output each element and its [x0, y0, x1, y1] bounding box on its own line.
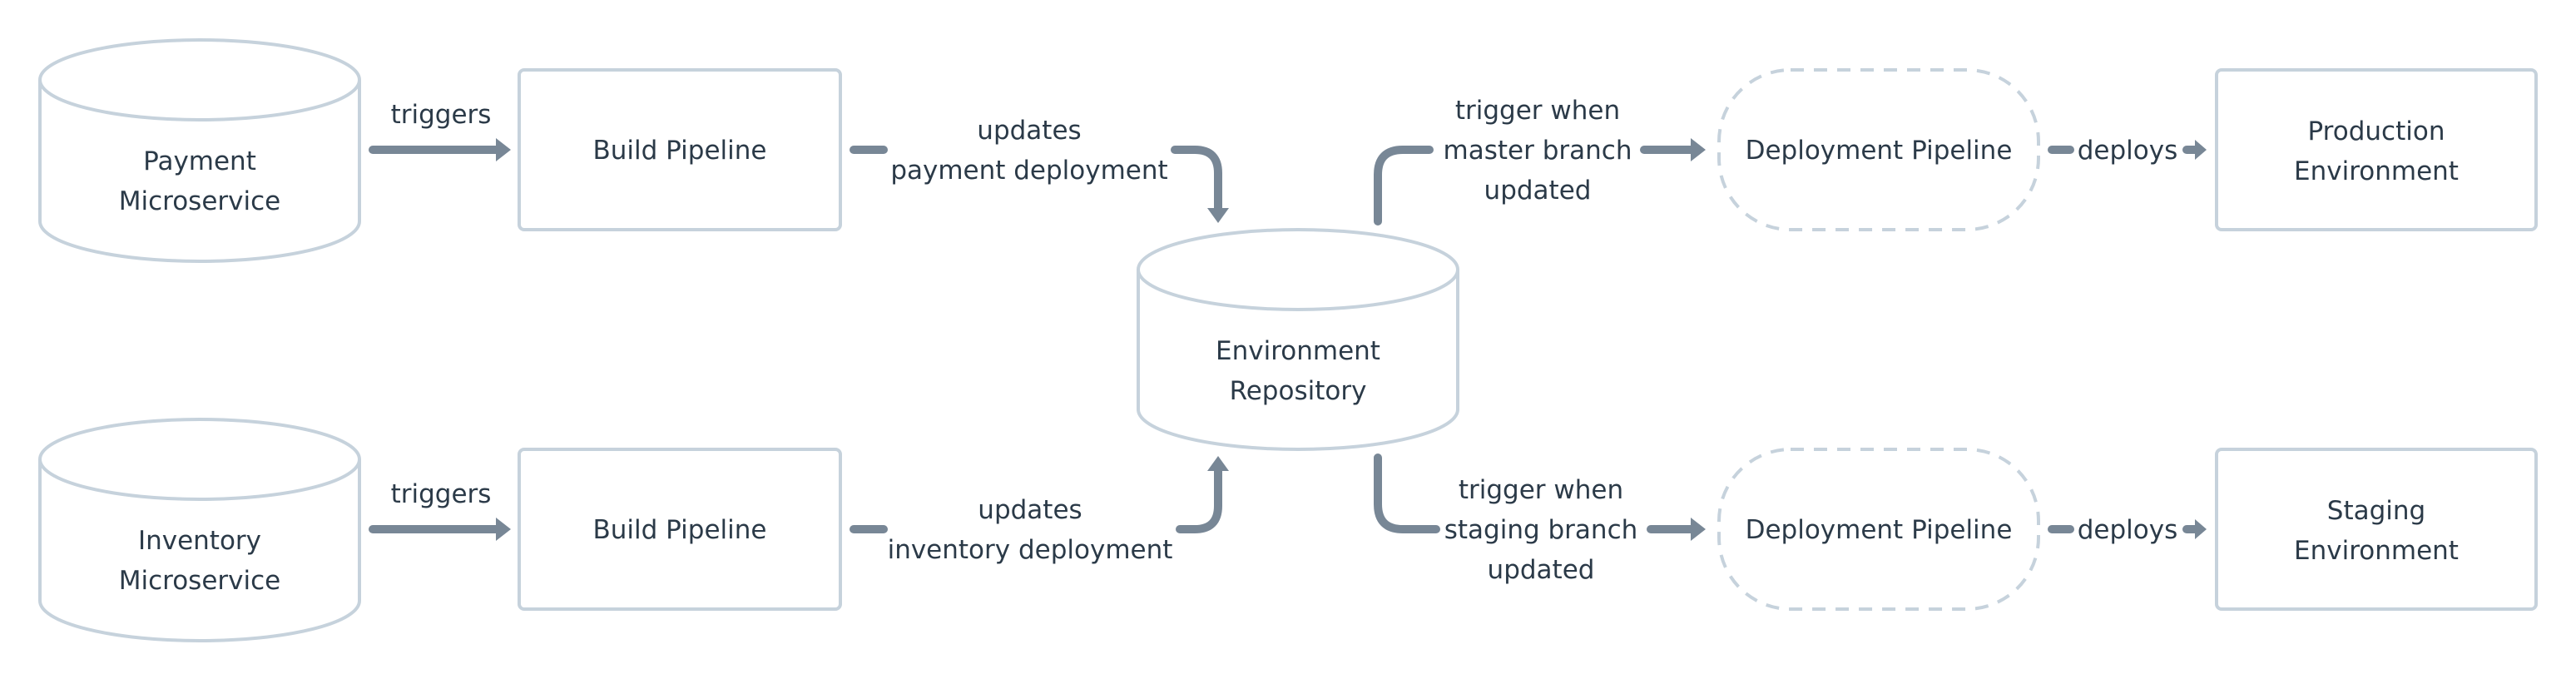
node-deployment-pipeline-staging[interactable]: Deployment Pipeline — [1717, 448, 2040, 611]
node-label: Environment — [2294, 156, 2459, 186]
edge-repo-triggers-deploy-staging: trigger when staging branch updated — [1374, 453, 1706, 585]
edge-label: inventory deployment — [888, 535, 1173, 565]
pipeline-diagram: Payment Microservice triggers Build Pipe… — [38, 38, 2538, 642]
node-label: Inventory — [138, 526, 261, 556]
edge-line — [1374, 453, 1440, 533]
node-box — [2215, 68, 2538, 231]
edge-label: master branch — [1444, 136, 1632, 166]
node-payment-microservice[interactable]: Payment Microservice — [38, 38, 361, 263]
edge-payment-triggers-build: triggers — [369, 100, 511, 161]
node-label: Deployment Pipeline — [1746, 136, 2013, 166]
cylinder-top — [38, 38, 361, 121]
node-label: Build Pipeline — [593, 136, 767, 166]
arrowhead-right-icon — [1691, 138, 1706, 161]
node-box — [2215, 448, 2538, 611]
node-label: Staging — [2327, 496, 2425, 526]
node-label: Microservice — [119, 186, 280, 216]
arrowhead-right-icon — [2195, 140, 2207, 160]
arrowhead-right-icon — [2195, 519, 2207, 539]
edge-deploy-master-deploys-prod: deploys — [2048, 136, 2207, 166]
node-label: Environment — [2294, 536, 2459, 566]
edge-label: updated — [1484, 176, 1592, 206]
node-label: Microservice — [119, 566, 280, 596]
node-label: Repository — [1230, 376, 1367, 406]
edge-label: updates — [978, 495, 1082, 525]
cylinder-top — [1137, 228, 1459, 311]
node-build-pipeline-inventory[interactable]: Build Pipeline — [518, 448, 842, 611]
arrowhead-right-icon — [496, 138, 511, 161]
edge-label: triggers — [391, 100, 492, 130]
node-deployment-pipeline-master[interactable]: Deployment Pipeline — [1717, 68, 2040, 231]
edge-line — [1176, 465, 1222, 533]
node-label: Environment — [1216, 336, 1380, 366]
edge-label: staging branch — [1444, 515, 1638, 545]
edge-build-updates-repo-payment: updates payment deployment — [850, 116, 1229, 223]
edge-line — [1374, 146, 1434, 226]
node-label: Production — [2308, 116, 2445, 146]
edge-label: updated — [1488, 555, 1595, 585]
edge-deploy-staging-deploys-staging: deploys — [2048, 515, 2207, 545]
edge-label: deploys — [2078, 136, 2178, 166]
node-staging-environment[interactable]: Staging Environment — [2215, 448, 2538, 611]
edge-inventory-triggers-build: triggers — [369, 479, 511, 541]
edge-repo-triggers-deploy-master: trigger when master branch updated — [1374, 96, 1706, 226]
node-production-environment[interactable]: Production Environment — [2215, 68, 2538, 231]
arrowhead-up-icon — [1207, 456, 1229, 471]
node-label: Build Pipeline — [593, 515, 767, 545]
cylinder-top — [38, 418, 361, 501]
edge-label: trigger when — [1455, 96, 1620, 126]
edge-build-updates-repo-inventory: updates inventory deployment — [850, 456, 1229, 565]
arrowhead-down-icon — [1207, 208, 1229, 223]
node-build-pipeline-payment[interactable]: Build Pipeline — [518, 68, 842, 231]
edge-label: payment deployment — [890, 156, 1167, 186]
node-environment-repository[interactable]: Environment Repository — [1137, 228, 1459, 451]
node-inventory-microservice[interactable]: Inventory Microservice — [38, 418, 361, 642]
arrowhead-right-icon — [496, 518, 511, 541]
edge-label: updates — [977, 116, 1081, 146]
node-label: Deployment Pipeline — [1746, 515, 2013, 545]
edge-label: trigger when — [1459, 475, 1623, 505]
edge-label: deploys — [2078, 515, 2178, 545]
edge-label: triggers — [391, 479, 492, 509]
node-label: Payment — [143, 146, 256, 176]
edge-line — [1171, 146, 1222, 214]
arrowhead-right-icon — [1691, 518, 1706, 541]
